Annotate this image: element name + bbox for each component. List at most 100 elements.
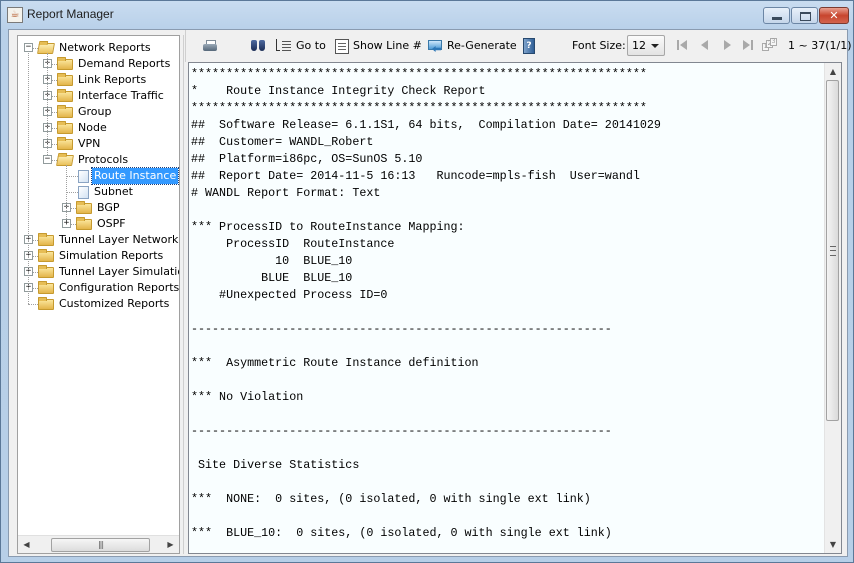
tree-node[interactable]: Customized Reports bbox=[18, 296, 179, 312]
tree-connector bbox=[47, 53, 48, 155]
tree-node[interactable]: +Tunnel Layer Simulation F bbox=[18, 264, 179, 280]
printer-icon bbox=[202, 39, 218, 53]
next-page-button[interactable] bbox=[720, 38, 734, 52]
tree-node-label: Demand Reports bbox=[78, 57, 171, 70]
report-line: *** No Violation bbox=[191, 390, 304, 404]
report-vertical-scrollbar[interactable]: ▲ ▼ bbox=[824, 63, 841, 553]
report-content: ****************************************… bbox=[191, 66, 661, 542]
tree-node[interactable]: Route Instance bbox=[18, 167, 179, 185]
print-button[interactable] bbox=[202, 37, 222, 55]
report-line bbox=[191, 474, 661, 491]
first-page-button[interactable] bbox=[676, 38, 690, 52]
tree-node[interactable]: + Group bbox=[18, 104, 179, 120]
folder-icon bbox=[38, 297, 54, 310]
expand-icon[interactable]: + bbox=[62, 219, 71, 228]
next-page-icon bbox=[724, 40, 731, 50]
report-line: * Route Instance Integrity Check Report bbox=[191, 84, 486, 98]
tree-node[interactable]: + BGP bbox=[18, 200, 179, 216]
last-page-button[interactable] bbox=[741, 38, 755, 52]
tree-node[interactable]: − Protocols bbox=[18, 152, 179, 168]
last-page-icon bbox=[743, 40, 750, 50]
collapse-icon[interactable]: − bbox=[24, 43, 33, 52]
tree-node-label: Subnet bbox=[94, 185, 133, 198]
tree-connector bbox=[66, 192, 78, 193]
report-line: ****************************************… bbox=[191, 101, 647, 115]
show-line-number-button[interactable]: Show Line # bbox=[335, 37, 422, 55]
window-title: Report Manager bbox=[27, 7, 114, 21]
tree-node[interactable]: + Demand Reports bbox=[18, 56, 179, 72]
tree-node[interactable]: +Tunnel Layer Network Re bbox=[18, 232, 179, 248]
grip-icon bbox=[830, 246, 836, 256]
client-area: − Network Reports + Demand Reports + Link Rep… bbox=[8, 29, 852, 557]
report-line: *** BLUE_10: 0 sites, (0 isolated, 0 wit… bbox=[191, 526, 612, 540]
tree-node[interactable]: + Configuration Reports bbox=[18, 280, 179, 296]
tree-node[interactable]: + Simulation Reports bbox=[18, 248, 179, 264]
folder-icon bbox=[38, 265, 54, 278]
folder-icon bbox=[38, 249, 54, 262]
scroll-right-arrow[interactable]: ▶ bbox=[162, 536, 179, 553]
font-size-label: Font Size: bbox=[572, 39, 626, 52]
scroll-up-arrow[interactable]: ▲ bbox=[825, 63, 841, 80]
report-line bbox=[191, 304, 661, 321]
minimize-button[interactable] bbox=[763, 7, 790, 24]
tree-node[interactable]: + OSPF bbox=[18, 216, 179, 232]
page-numbers-icon: 123 bbox=[762, 38, 778, 52]
previous-page-button[interactable] bbox=[698, 38, 712, 52]
regenerate-button[interactable]: Re-Generate bbox=[427, 37, 517, 55]
tree-node[interactable]: + Node bbox=[18, 120, 179, 136]
tree-node[interactable]: Subnet bbox=[18, 184, 179, 200]
tree-node-label: Simulation Reports bbox=[59, 249, 164, 262]
tree-node[interactable]: − Network Reports bbox=[18, 40, 179, 56]
report-line: Site Diverse Statistics bbox=[191, 458, 360, 472]
tree-node-label: Network Reports bbox=[59, 41, 151, 54]
report-line bbox=[191, 338, 661, 355]
page-range-indicator: 1 ~ 37(1/1) bbox=[788, 39, 852, 52]
report-line bbox=[191, 440, 661, 457]
tree-node-label: Interface Traffic bbox=[78, 89, 164, 102]
report-manager-window: ☕ Report Manager ✕ − Network Reports + Dema… bbox=[0, 0, 854, 563]
folder-icon bbox=[57, 105, 73, 118]
goto-button[interactable]: Go to bbox=[276, 37, 326, 55]
find-button[interactable] bbox=[250, 37, 270, 55]
close-button[interactable]: ✕ bbox=[819, 7, 849, 24]
binoculars-icon bbox=[250, 38, 266, 54]
goto-label: Go to bbox=[296, 39, 326, 52]
scroll-thumb[interactable]: ||| bbox=[51, 538, 150, 552]
document-lines-icon bbox=[335, 38, 349, 54]
report-tree: − Network Reports + Demand Reports + Link Rep… bbox=[18, 36, 179, 534]
chevron-down-icon bbox=[651, 44, 659, 48]
help-button[interactable]: ? bbox=[523, 37, 539, 55]
report-line: ----------------------------------------… bbox=[191, 322, 612, 336]
split-pane-divider[interactable] bbox=[183, 35, 184, 554]
scroll-thumb[interactable] bbox=[826, 80, 839, 421]
report-text-area[interactable]: ****************************************… bbox=[188, 62, 842, 554]
title-bar[interactable]: ☕ Report Manager ✕ bbox=[1, 1, 853, 29]
scroll-left-arrow[interactable]: ◀ bbox=[18, 536, 35, 553]
maximize-button[interactable] bbox=[791, 7, 818, 24]
minimize-icon bbox=[772, 17, 782, 20]
collapse-icon[interactable]: − bbox=[43, 155, 52, 164]
folder-icon bbox=[76, 217, 92, 230]
report-line: ****************************************… bbox=[191, 67, 647, 81]
report-line bbox=[191, 372, 661, 389]
report-line: BLUE BLUE_10 bbox=[191, 271, 353, 285]
tree-node[interactable]: + VPN bbox=[18, 136, 179, 152]
font-size-select[interactable]: 12 bbox=[627, 35, 665, 56]
show-line-label: Show Line # bbox=[353, 39, 422, 52]
tree-node-label: Protocols bbox=[78, 153, 129, 166]
scroll-down-arrow[interactable]: ▼ bbox=[825, 536, 841, 553]
report-toolbar: Go to Show Line # Re-Generate ? Font Siz… bbox=[185, 30, 852, 62]
tree-node[interactable]: + Link Reports bbox=[18, 72, 179, 88]
goto-line-icon bbox=[276, 38, 292, 54]
tree-node[interactable]: + Interface Traffic bbox=[18, 88, 179, 104]
tree-node-label: OSPF bbox=[97, 217, 126, 230]
tree-horizontal-scrollbar[interactable]: ◀ ||| ▶ bbox=[18, 535, 179, 553]
report-line bbox=[191, 406, 661, 423]
first-page-icon bbox=[677, 40, 679, 50]
tree-connector bbox=[28, 53, 29, 304]
report-line: ## Software Release= 6.1.1S1, 64 bits, C… bbox=[191, 118, 661, 132]
report-line bbox=[191, 202, 661, 219]
report-viewer-panel: Go to Show Line # Re-Generate ? Font Siz… bbox=[185, 30, 852, 556]
report-line: ## Customer= WANDL_Robert bbox=[191, 135, 374, 149]
report-line: *** ProcessID to RouteInstance Mapping: bbox=[191, 220, 465, 234]
